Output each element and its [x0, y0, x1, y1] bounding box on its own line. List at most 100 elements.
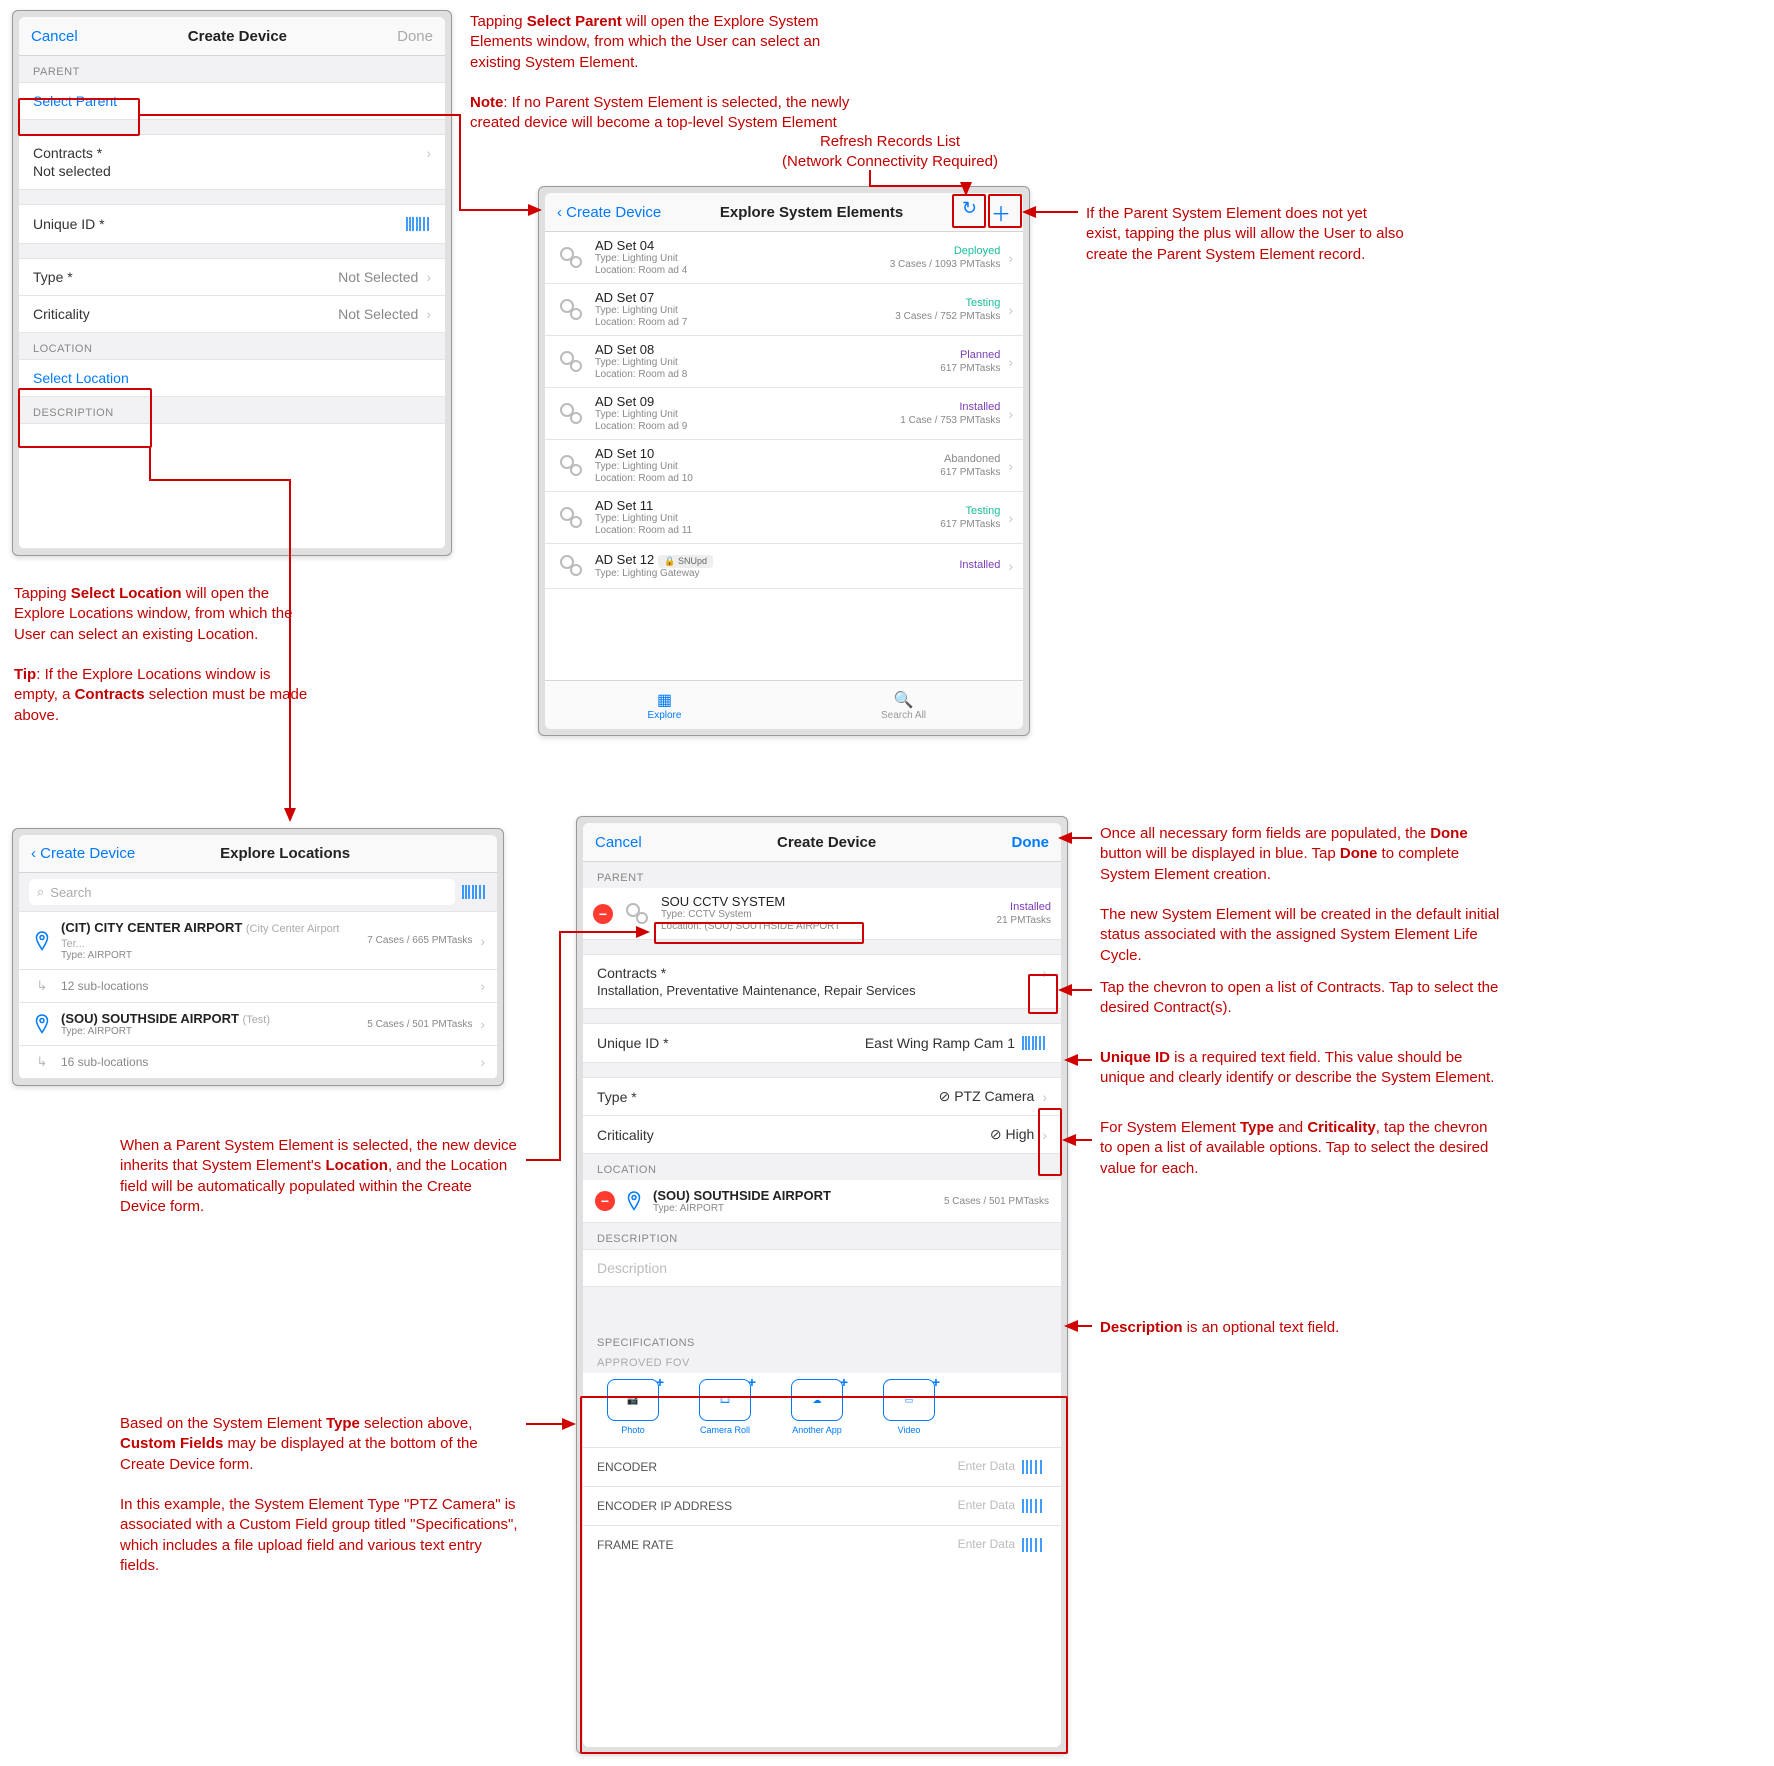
- section-location: LOCATION: [19, 333, 445, 359]
- gears-icon: [555, 450, 587, 482]
- nav-title: Create Device: [777, 834, 876, 851]
- contracts-row[interactable]: Contracts *› Installation, Preventative …: [583, 955, 1061, 1008]
- barcode-icon[interactable]: [1021, 1034, 1047, 1052]
- location-selected-row[interactable]: − (SOU) SOUTHSIDE AIRPORTType: AIRPORT 5…: [583, 1180, 1061, 1223]
- uniqueid-label: Unique ID *: [597, 1035, 669, 1051]
- type-row[interactable]: Type *Not Selected›: [19, 259, 445, 296]
- chevron-right-icon: ›: [426, 306, 431, 322]
- element-row[interactable]: AD Set 07Type: Lighting UnitLocation: Ro…: [545, 284, 1023, 336]
- element-list: AD Set 04Type: Lighting UnitLocation: Ro…: [545, 232, 1023, 680]
- anno-add-parent: If the Parent System Element does not ye…: [1086, 204, 1406, 265]
- barcode-icon[interactable]: [405, 215, 431, 233]
- type-row[interactable]: Type *⊘ PTZ Camera›: [583, 1078, 1061, 1116]
- upload-video[interactable]: ▭+Video: [873, 1379, 945, 1435]
- spec-fov-label: APPROVED FOV: [583, 1353, 1061, 1373]
- crit-label: Criticality: [597, 1127, 654, 1143]
- criticality-row[interactable]: CriticalityNot Selected›: [19, 296, 445, 332]
- tab-search-all[interactable]: 🔍Search All: [784, 681, 1023, 729]
- element-row[interactable]: AD Set 08Type: Lighting UnitLocation: Ro…: [545, 336, 1023, 388]
- element-row[interactable]: AD Set 09Type: Lighting UnitLocation: Ro…: [545, 388, 1023, 440]
- barcode-icon[interactable]: [461, 883, 487, 901]
- anno-inherit-location: When a Parent System Element is selected…: [120, 1136, 520, 1217]
- anno-custom-fields: Based on the System Element Type selecti…: [120, 1414, 520, 1576]
- type-label: Type *: [33, 269, 73, 285]
- description-row[interactable]: [19, 424, 445, 474]
- section-parent: PARENT: [583, 862, 1061, 888]
- location-row[interactable]: (CIT) CITY CENTER AIRPORT (City Center A…: [19, 912, 497, 970]
- location-row[interactable]: (SOU) SOUTHSIDE AIRPORT (Test)Type: AIRP…: [19, 1003, 497, 1046]
- done-button[interactable]: Done: [1012, 834, 1050, 851]
- chevron-right-icon: ›: [1008, 458, 1013, 474]
- remove-location-icon[interactable]: −: [595, 1191, 615, 1211]
- nav-title: Create Device: [188, 28, 287, 45]
- uniqueid-row[interactable]: Unique ID *: [19, 205, 445, 243]
- add-icon[interactable]: ＋: [991, 198, 1011, 227]
- spec-encoder[interactable]: ENCODEREnter Data: [583, 1447, 1061, 1486]
- anno-contracts-chevron: Tap the chevron to open a list of Contra…: [1100, 978, 1500, 1019]
- gears-icon: [621, 898, 653, 930]
- chevron-right-icon: ›: [1008, 510, 1013, 526]
- element-row[interactable]: AD Set 11Type: Lighting UnitLocation: Ro…: [545, 492, 1023, 544]
- parent-selected-row[interactable]: − SOU CCTV SYSTEM Type: CCTV System Loca…: [583, 888, 1061, 940]
- uniqueid-label: Unique ID *: [33, 216, 105, 232]
- contracts-label: Contracts *: [33, 145, 102, 161]
- panel-create-device-initial: Cancel Create Device Done PARENT Select …: [12, 10, 452, 556]
- section-location: LOCATION: [583, 1154, 1061, 1180]
- barcode-icon[interactable]: [1021, 1497, 1047, 1515]
- remove-parent-icon[interactable]: −: [593, 904, 613, 924]
- location-meta: 5 Cases / 501 PMTasks: [939, 1196, 1049, 1207]
- description-placeholder: Description: [597, 1260, 667, 1276]
- select-location-row[interactable]: Select Location: [19, 360, 445, 396]
- description-input[interactable]: Description: [583, 1250, 1061, 1286]
- chevron-right-icon: ›: [1008, 250, 1013, 266]
- tab-bar: ▦Explore 🔍Search All: [545, 680, 1023, 729]
- search-icon: ⌕: [37, 884, 44, 900]
- element-row[interactable]: AD Set 12🔒 SNUpdType: Lighting Gateway I…: [545, 544, 1023, 589]
- barcode-icon[interactable]: [1021, 1536, 1047, 1554]
- anno-uniqueid: Unique ID is a required text field. This…: [1100, 1048, 1500, 1089]
- refresh-icon[interactable]: ↻: [962, 198, 977, 227]
- section-parent: PARENT: [19, 56, 445, 82]
- section-description: DESCRIPTION: [19, 397, 445, 423]
- cancel-button[interactable]: Cancel: [31, 28, 78, 45]
- gears-icon: [555, 398, 587, 430]
- pin-icon: [31, 930, 53, 952]
- sublocation-row[interactable]: ↳12 sub-locations›: [19, 970, 497, 1003]
- element-row[interactable]: AD Set 04Type: Lighting UnitLocation: Ro…: [545, 232, 1023, 284]
- contracts-row[interactable]: Contracts * › Not selected: [19, 135, 445, 189]
- search-input[interactable]: ⌕Search: [29, 879, 455, 905]
- parent-name: SOU CCTV SYSTEM: [661, 894, 931, 909]
- uniqueid-row[interactable]: Unique ID * East Wing Ramp Cam 1: [583, 1024, 1061, 1062]
- cancel-button[interactable]: Cancel: [595, 834, 642, 851]
- contracts-label: Contracts *: [597, 965, 666, 981]
- upload-camera-roll[interactable]: 🎞+Camera Roll: [689, 1379, 761, 1435]
- select-location-label: Select Location: [33, 370, 129, 386]
- parent-status: Installed: [931, 901, 1051, 913]
- gears-icon: [555, 242, 587, 274]
- type-label: Type *: [597, 1089, 637, 1105]
- back-button[interactable]: ‹ Create Device: [557, 204, 661, 221]
- crit-label: Criticality: [33, 306, 90, 322]
- contracts-value: Installation, Preventative Maintenance, …: [597, 983, 916, 998]
- anno-type-crit: For System Element Type and Criticality,…: [1100, 1118, 1500, 1179]
- chevron-right-icon: ›: [480, 933, 485, 949]
- back-button[interactable]: ‹ Create Device: [31, 845, 135, 862]
- location-list: (CIT) CITY CENTER AIRPORT (City Center A…: [19, 912, 497, 1079]
- tab-explore[interactable]: ▦Explore: [545, 681, 784, 729]
- upload-photo[interactable]: 📷+Photo: [597, 1379, 669, 1435]
- anno-refresh: Refresh Records List(Network Connectivit…: [740, 132, 1040, 173]
- gears-icon: [555, 550, 587, 582]
- panel-explore-system-elements: ‹ Create Device Explore System Elements …: [538, 186, 1030, 736]
- sublocation-row[interactable]: ↳16 sub-locations›: [19, 1046, 497, 1079]
- criticality-row[interactable]: Criticality⊘ High›: [583, 1116, 1061, 1153]
- search-bar: ⌕Search: [19, 873, 497, 912]
- sublocation-icon: ↳: [31, 1054, 53, 1070]
- select-parent-label: Select Parent: [33, 93, 117, 109]
- barcode-icon[interactable]: [1021, 1458, 1047, 1476]
- nav-bar: ‹ Create Device Explore Locations: [19, 835, 497, 873]
- element-row[interactable]: AD Set 10Type: Lighting UnitLocation: Ro…: [545, 440, 1023, 492]
- select-parent-row[interactable]: Select Parent: [19, 83, 445, 119]
- spec-encoder-ip[interactable]: ENCODER IP ADDRESSEnter Data: [583, 1486, 1061, 1525]
- spec-frame-rate[interactable]: FRAME RATEEnter Data: [583, 1525, 1061, 1564]
- upload-another-app[interactable]: ☁+Another App: [781, 1379, 853, 1435]
